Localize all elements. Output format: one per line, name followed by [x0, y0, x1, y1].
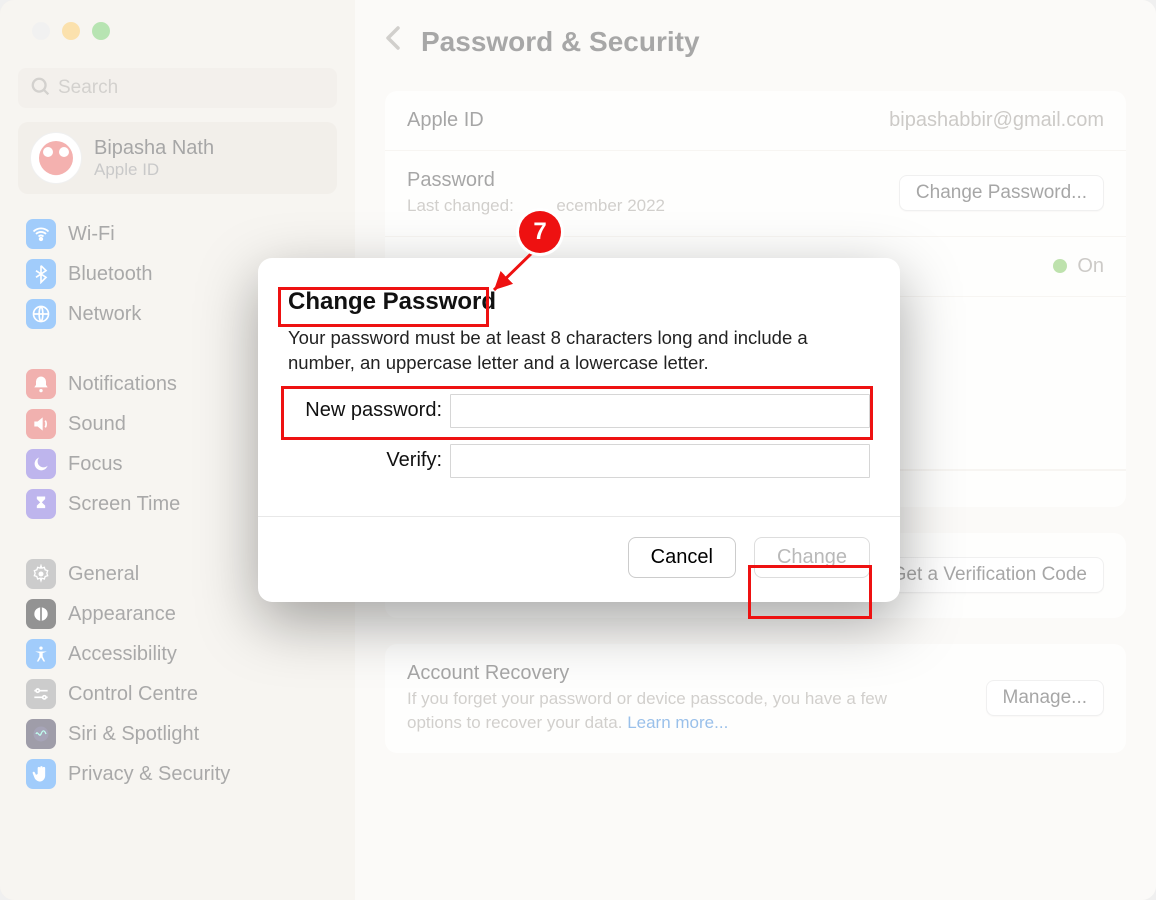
sidebar-item-wi-fi[interactable]: Wi-Fi	[18, 214, 337, 254]
bluetooth-icon	[26, 259, 56, 289]
sound-icon	[26, 409, 56, 439]
sidebar-item-label: Control Centre	[68, 683, 198, 706]
sidebar-item-label: Appearance	[68, 603, 176, 626]
new-password-row: New password:	[288, 394, 870, 428]
window-controls	[14, 0, 341, 54]
sidebar-item-label: Privacy & Security	[68, 763, 230, 786]
sidebar-item-label: Accessibility	[68, 643, 177, 666]
apple-id-row: Apple ID bipashabbir@gmail.com	[385, 91, 1126, 151]
user-text: Bipasha Nath Apple ID	[94, 137, 214, 180]
back-button[interactable]	[385, 24, 403, 59]
apple-id-label: Apple ID	[407, 109, 484, 132]
modal-description: Your password must be at least 8 charact…	[288, 326, 870, 376]
sidebar-item-label: Siri & Spotlight	[68, 723, 199, 746]
new-password-input[interactable]	[450, 394, 870, 428]
password-label: Password	[407, 169, 665, 192]
siri-icon	[26, 719, 56, 749]
get-verification-code-button[interactable]: Get a Verification Code	[875, 557, 1104, 593]
hand-icon	[26, 759, 56, 789]
header: Password & Security	[385, 24, 1126, 59]
control-icon	[26, 679, 56, 709]
sidebar-item-label: Bluetooth	[68, 263, 153, 286]
network-icon	[26, 299, 56, 329]
annotation-badge: 7	[519, 211, 561, 253]
sidebar-item-label: Network	[68, 303, 141, 326]
appearance-icon	[26, 599, 56, 629]
sidebar-item-control-centre[interactable]: Control Centre	[18, 674, 337, 714]
page-title: Password & Security	[421, 26, 700, 58]
recovery-row: Account Recovery If you forget your pass…	[385, 644, 1126, 753]
apple-id-value: bipashabbir@gmail.com	[889, 109, 1104, 132]
modal-title: Change Password	[288, 288, 870, 316]
user-name: Bipasha Nath	[94, 137, 214, 160]
close-window-button[interactable]	[32, 22, 50, 40]
sidebar-item-label: General	[68, 563, 139, 586]
password-row: Password Last changed: ecember 2022 Chan…	[385, 151, 1126, 237]
search-input[interactable]	[18, 68, 337, 108]
recovery-sub: If you forget your password or device pa…	[407, 687, 927, 735]
new-password-label: New password:	[288, 399, 450, 422]
cancel-button[interactable]: Cancel	[628, 537, 736, 578]
moon-icon	[26, 449, 56, 479]
learn-more-link[interactable]: Learn more...	[627, 713, 728, 732]
apple-id-user-row[interactable]: Bipasha Nath Apple ID	[18, 122, 337, 194]
verify-password-label: Verify:	[288, 449, 450, 472]
wifi-icon	[26, 219, 56, 249]
minimize-window-button[interactable]	[62, 22, 80, 40]
sidebar-item-label: Sound	[68, 413, 126, 436]
change-password-button[interactable]: Change Password...	[899, 175, 1104, 211]
user-sub: Apple ID	[94, 160, 214, 180]
sidebar-item-label: Wi-Fi	[68, 223, 115, 246]
modal-footer: Cancel Change	[258, 516, 900, 602]
hourglass-icon	[26, 489, 56, 519]
bell-icon	[26, 369, 56, 399]
change-password-modal: Change Password Your password must be at…	[258, 258, 900, 602]
sidebar-item-accessibility[interactable]: Accessibility	[18, 634, 337, 674]
gear-icon	[26, 559, 56, 589]
fullscreen-window-button[interactable]	[92, 22, 110, 40]
manage-button[interactable]: Manage...	[986, 680, 1105, 716]
sidebar-item-label: Notifications	[68, 373, 177, 396]
search-icon	[30, 76, 52, 98]
sidebar-item-siri-spotlight[interactable]: Siri & Spotlight	[18, 714, 337, 754]
verify-password-input[interactable]	[450, 444, 870, 478]
sidebar-item-privacy-security[interactable]: Privacy & Security	[18, 754, 337, 794]
accessibility-icon	[26, 639, 56, 669]
status-dot-icon	[1053, 259, 1067, 273]
settings-window: Bipasha Nath Apple ID Wi-Fi Bluetooth Netw…	[0, 0, 1156, 900]
change-button[interactable]: Change	[754, 537, 870, 578]
verify-password-row: Verify:	[288, 444, 870, 478]
sidebar-item-label: Focus	[68, 453, 122, 476]
avatar	[30, 132, 82, 184]
status-on-label: On	[1077, 255, 1104, 278]
sidebar-item-label: Screen Time	[68, 493, 180, 516]
search-container	[18, 68, 337, 108]
recovery-card: Account Recovery If you forget your pass…	[385, 644, 1126, 753]
recovery-title: Account Recovery	[407, 662, 927, 685]
